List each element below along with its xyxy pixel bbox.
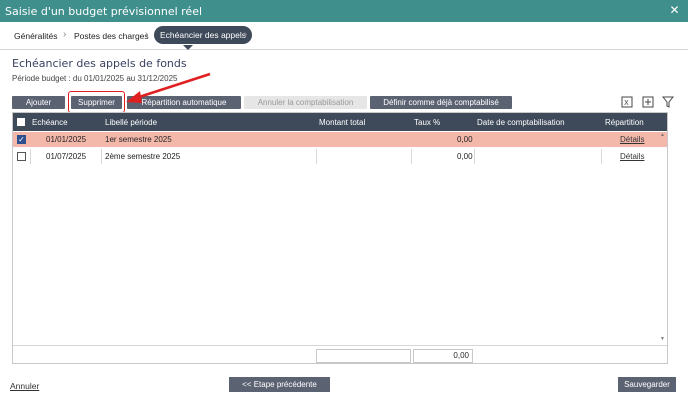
close-icon[interactable]: ✕: [667, 3, 682, 18]
total-montant: [316, 349, 411, 363]
details-link[interactable]: Détails: [620, 152, 644, 161]
repartition-automatique-button[interactable]: Répartition automatique: [127, 96, 241, 109]
ajouter-button[interactable]: Ajouter: [12, 96, 65, 109]
table-footer-divider: [13, 345, 667, 346]
row-checkbox[interactable]: ✓: [17, 135, 26, 144]
select-all-checkbox[interactable]: [17, 118, 25, 126]
col-taux[interactable]: Taux %: [414, 118, 440, 127]
page-title: Echéancier des appels de fonds: [12, 57, 187, 70]
wizard-steps: Généralités › Postes des charges › Echéa…: [0, 22, 688, 50]
periode-label: Période budget : du 01/01/2025 au 31/12/…: [12, 74, 178, 83]
active-step-pointer: [183, 45, 193, 50]
highlight-annotation: [68, 91, 125, 113]
annuler-link[interactable]: Annuler: [10, 381, 39, 391]
window-title: Saisie d'un budget prévisionnel réel: [5, 5, 203, 18]
col-echeance[interactable]: Echéance: [32, 118, 68, 127]
scroll-down-icon[interactable]: ▼: [660, 336, 665, 342]
sauvegarder-button[interactable]: Sauvegarder: [618, 377, 676, 392]
total-taux: 0,00: [413, 349, 473, 363]
row-echeance: 01/01/2025: [46, 135, 87, 144]
wizard-step-echeancier[interactable]: Echéancier des appels: [154, 26, 253, 44]
annuler-comptabilisation-button[interactable]: Annuler la comptabilisation: [244, 96, 367, 109]
filter-icon[interactable]: [661, 96, 675, 108]
details-link[interactable]: Détails: [620, 135, 644, 144]
row-taux[interactable]: 0,00: [457, 135, 473, 144]
window-titlebar: Saisie d'un budget prévisionnel réel ✕: [0, 0, 688, 22]
chevron-right-icon: ›: [244, 29, 248, 40]
chevron-right-icon: ›: [145, 29, 149, 40]
table-scrollbar[interactable]: ▲ ▼: [660, 132, 666, 342]
export-excel-icon[interactable]: X: [621, 96, 633, 108]
etape-precedente-button[interactable]: << Etape précédente: [229, 377, 330, 392]
definir-comptabilise-button[interactable]: Définir comme déjà comptabilisé: [370, 96, 512, 109]
row-taux[interactable]: 0,00: [457, 152, 473, 161]
row-checkbox[interactable]: [17, 152, 26, 161]
row-libelle: 1er semestre 2025: [105, 135, 172, 144]
table-row[interactable]: ✓ 01/01/2025 1er semestre 2025 0,00 Déta…: [13, 132, 667, 147]
row-echeance: 01/07/2025: [46, 152, 87, 161]
row-libelle: 2ème semestre 2025: [105, 152, 181, 161]
chevron-right-icon: ›: [63, 29, 67, 40]
svg-text:X: X: [624, 99, 629, 107]
col-repartition[interactable]: Répartition: [605, 118, 644, 127]
col-date-compta[interactable]: Date de comptabilisation: [477, 118, 565, 127]
col-libelle[interactable]: Libellé période: [105, 118, 157, 127]
table-row[interactable]: 01/07/2025 2ème semestre 2025 0,00 Détai…: [13, 149, 667, 164]
wizard-step-generalites[interactable]: Généralités: [14, 31, 57, 41]
add-column-icon[interactable]: [642, 96, 654, 108]
wizard-step-postes[interactable]: Postes des charges: [74, 31, 149, 41]
scroll-up-icon[interactable]: ▲: [660, 132, 665, 138]
col-montant[interactable]: Montant total: [319, 118, 365, 127]
echeancier-table: Echéance Libellé période Montant total T…: [12, 112, 668, 364]
table-header: Echéance Libellé période Montant total T…: [13, 113, 667, 131]
